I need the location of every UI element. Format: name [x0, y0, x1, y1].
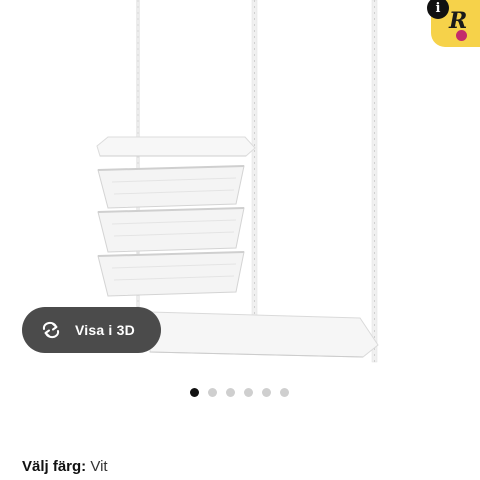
product-page: R i Visa i 3D Välj färg: Vit: [0, 0, 480, 480]
carousel-dot-3[interactable]: [226, 388, 235, 397]
color-label: Välj färg:: [22, 458, 91, 475]
carousel-indicator: [190, 388, 289, 397]
carousel-dot-4[interactable]: [244, 388, 253, 397]
badge-dot-icon: [456, 30, 467, 41]
carousel-dot-2[interactable]: [208, 388, 217, 397]
view-3d-label: Visa i 3D: [75, 322, 135, 338]
wire-basket: [97, 251, 245, 297]
rotate-arrows-icon: [42, 321, 60, 339]
carousel-dot-1[interactable]: [190, 388, 199, 397]
carousel-dot-5[interactable]: [262, 388, 271, 397]
color-selector[interactable]: Välj färg: Vit: [22, 458, 108, 475]
color-value: Vit: [90, 458, 108, 475]
view-3d-button[interactable]: Visa i 3D: [22, 307, 161, 353]
wire-basket: [97, 165, 245, 209]
wire-basket: [97, 207, 245, 253]
carousel-dot-6[interactable]: [280, 388, 289, 397]
